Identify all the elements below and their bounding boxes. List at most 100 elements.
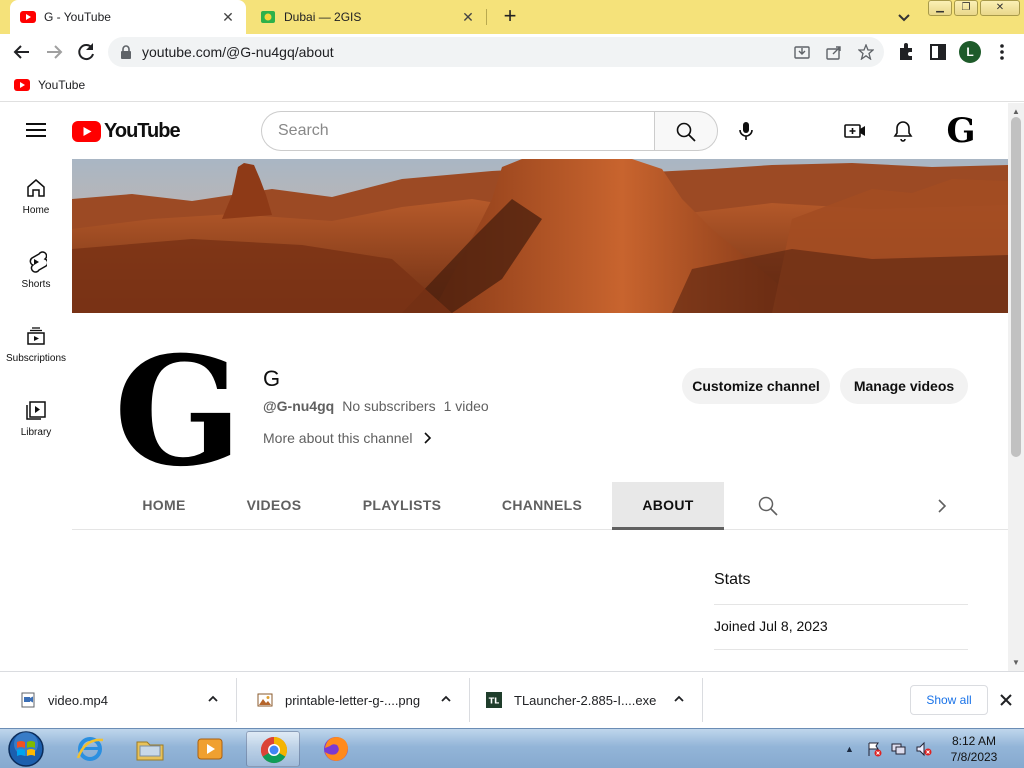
browser-tab-strip: G - YouTube ✕ Dubai — 2GIS ✕ + ▁ ❐ ✕	[0, 0, 1024, 34]
download-item[interactable]: printable-letter-g-....png	[237, 672, 469, 728]
bookmark-star-icon[interactable]	[858, 44, 874, 60]
video-file-icon	[21, 692, 35, 708]
chevron-up-icon[interactable]	[206, 692, 220, 706]
search-icon	[676, 122, 696, 142]
tab-playlists[interactable]: PLAYLISTS	[348, 482, 456, 529]
address-bar[interactable]: youtube.com/@G-nu4gq/about	[108, 37, 884, 67]
subscriptions-icon	[27, 327, 45, 345]
channel-meta: @G-nu4gq No subscribers 1 video	[263, 398, 489, 414]
microphone-icon[interactable]	[734, 119, 758, 143]
scrollbar-thumb[interactable]	[1011, 117, 1021, 457]
hamburger-menu-icon[interactable]	[26, 122, 46, 138]
volume-muted-icon[interactable]	[916, 741, 932, 757]
search-button[interactable]	[654, 111, 718, 151]
more-about-channel-link[interactable]: More about this channel	[263, 430, 432, 446]
back-arrow-icon[interactable]	[10, 40, 34, 64]
menu-kebab-icon[interactable]	[992, 42, 1012, 62]
tab-search-chevron-icon[interactable]	[895, 8, 913, 26]
chevron-up-icon[interactable]	[439, 692, 453, 706]
shorts-icon	[29, 251, 47, 273]
download-item[interactable]: video.mp4	[0, 672, 236, 728]
customize-channel-button[interactable]: Customize channel	[682, 368, 830, 404]
reload-icon[interactable]	[74, 40, 98, 64]
home-icon	[27, 179, 45, 197]
guide-item-library[interactable]: Library	[0, 381, 72, 451]
tab-channels[interactable]: CHANNELS	[488, 482, 596, 529]
tab-title: G - YouTube	[44, 10, 111, 24]
channel-banner	[72, 159, 1008, 313]
bookmark-youtube[interactable]: YouTube	[14, 78, 85, 92]
guide-label: Home	[22, 205, 50, 216]
forward-arrow-icon[interactable]	[42, 40, 66, 64]
action-center-flag-icon[interactable]	[866, 741, 882, 757]
scroll-down-arrow-icon[interactable]: ▼	[1012, 658, 1020, 667]
internet-explorer-icon	[76, 737, 104, 761]
more-about-label: More about this channel	[263, 430, 413, 446]
manage-videos-button[interactable]: Manage videos	[840, 368, 968, 404]
page-scrollbar[interactable]: ▲ ▼	[1008, 103, 1024, 671]
media-player-icon	[197, 738, 223, 760]
profile-avatar[interactable]: L	[959, 41, 981, 63]
new-tab-button[interactable]: +	[498, 4, 522, 28]
close-tab-icon[interactable]: ✕	[460, 9, 476, 26]
show-all-button[interactable]: Show all	[910, 685, 988, 715]
download-item[interactable]: TL TLauncher-2.885-I....exe	[466, 672, 702, 728]
chrome-icon	[260, 736, 288, 764]
guide-item-subscriptions[interactable]: Subscriptions	[0, 307, 72, 377]
close-window-button[interactable]: ✕	[980, 0, 1020, 16]
tab-about[interactable]: ABOUT	[612, 482, 724, 530]
extensions-puzzle-icon[interactable]	[896, 42, 916, 62]
search-input[interactable]	[278, 121, 638, 141]
download-filename: TLauncher-2.885-I....exe	[514, 692, 657, 708]
video-count: 1 video	[443, 398, 489, 414]
scroll-up-arrow-icon[interactable]: ▲	[1012, 107, 1020, 116]
stats-heading: Stats	[714, 571, 751, 588]
download-shelf: video.mp4 printable-letter-g-....png TL …	[0, 671, 1024, 728]
start-orb-icon[interactable]	[5, 730, 47, 768]
taskbar-file-explorer[interactable]	[123, 731, 177, 767]
chevron-up-icon[interactable]	[672, 692, 686, 706]
bookmarks-bar: YouTube	[0, 70, 1024, 102]
2gis-favicon-icon	[261, 11, 275, 23]
tab-title: Dubai — 2GIS	[284, 10, 362, 24]
youtube-logo[interactable]: YouTube	[72, 120, 181, 143]
firefox-icon	[324, 737, 348, 761]
youtube-page: YouTube G Home Shorts Subscriptions Libr…	[0, 103, 1008, 671]
channel-handle: @G-nu4gq	[263, 398, 335, 414]
tab-home[interactable]: HOME	[124, 482, 204, 529]
taskbar-media-player[interactable]	[183, 731, 237, 767]
guide-label: Subscriptions	[5, 353, 67, 364]
taskbar-firefox[interactable]	[309, 731, 363, 767]
create-video-icon[interactable]	[843, 119, 867, 143]
install-app-icon[interactable]	[794, 44, 810, 60]
channel-avatar[interactable]: G	[110, 338, 246, 474]
show-hidden-icons-arrow[interactable]: ▲	[845, 744, 854, 754]
clock-date: 7/8/2023	[950, 750, 998, 764]
subscriber-count: No subscribers	[342, 398, 436, 414]
chevron-right-icon[interactable]	[932, 496, 952, 516]
tab-youtube[interactable]: G - YouTube ✕	[10, 0, 246, 34]
guide-item-home[interactable]: Home	[0, 159, 72, 229]
minimize-button[interactable]: ▁	[928, 0, 952, 16]
network-icon[interactable]	[891, 741, 907, 757]
restore-button[interactable]: ❐	[954, 0, 978, 16]
channel-search-icon[interactable]	[758, 496, 778, 516]
taskbar-internet-explorer[interactable]	[63, 731, 117, 767]
close-tab-icon[interactable]: ✕	[220, 9, 236, 26]
taskbar-chrome[interactable]	[246, 731, 300, 767]
guide-item-shorts[interactable]: Shorts	[0, 233, 72, 303]
side-panel-icon[interactable]	[928, 42, 948, 62]
system-clock[interactable]: 8:12 AM 7/8/2023	[944, 733, 1004, 765]
close-icon[interactable]	[998, 692, 1014, 708]
stats-divider	[714, 604, 968, 605]
account-avatar[interactable]: G	[944, 113, 978, 149]
notifications-bell-icon[interactable]	[891, 119, 915, 143]
share-icon[interactable]	[826, 44, 842, 60]
tab-separator	[486, 9, 487, 25]
channel-name: G	[263, 366, 281, 391]
tab-videos[interactable]: VIDEOS	[228, 482, 320, 529]
library-icon	[26, 401, 46, 420]
lock-icon[interactable]	[120, 45, 132, 59]
tab-2gis[interactable]: Dubai — 2GIS ✕	[250, 0, 486, 34]
guide-label: Shorts	[21, 279, 51, 290]
